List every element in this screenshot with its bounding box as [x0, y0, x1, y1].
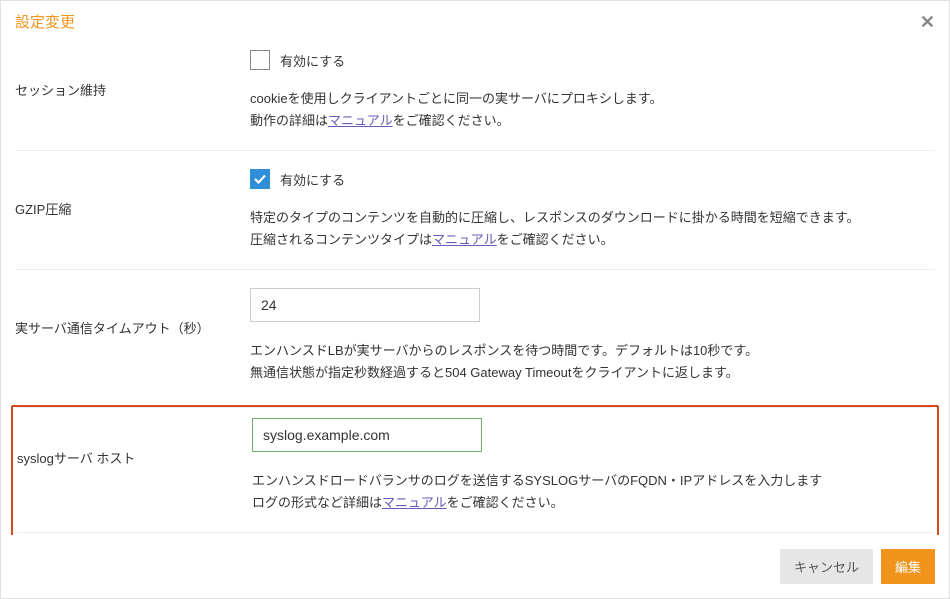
session-enable-checkbox[interactable]: [250, 50, 270, 70]
row-label: syslogサーバ ホスト: [17, 418, 252, 514]
checkbox-wrapper: 有効にする: [250, 169, 935, 189]
highlight-region: syslogサーバ ホスト エンハンスドロードバランサのログを送信するSYSLO…: [11, 405, 939, 535]
dialog-footer: キャンセル 編集: [1, 535, 949, 598]
description: 特定のタイプのコンテンツを自動的に圧縮し、レスポンスのダウンロードに掛かる時間を…: [250, 207, 935, 251]
description: cookieを使用しクライアントごとに同一の実サーバにプロキシします。 動作の詳…: [250, 88, 935, 132]
manual-link[interactable]: マニュアル: [432, 232, 497, 247]
row-label: GZIP圧縮: [15, 169, 250, 251]
row-session-persistence: セッション維持 有効にする cookieを使用しクライアントごとに同一の実サーバ…: [15, 40, 935, 150]
checkbox-label: 有効にする: [280, 51, 345, 70]
row-label: 実サーバ通信タイムアウト（秒）: [15, 288, 250, 384]
description: エンハンスドLBが実サーバからのレスポンスを待つ時間です。デフォルトは10秒です…: [250, 340, 935, 384]
syslog-host-input[interactable]: [252, 418, 482, 452]
settings-dialog: 設定変更 ✕ セッション維持 有効にする cookieを使用しクライアントごとに…: [0, 0, 950, 599]
checkbox-label: 有効にする: [280, 170, 345, 189]
row-syslog-host: syslogサーバ ホスト エンハンスドロードバランサのログを送信するSYSLO…: [17, 407, 933, 532]
timeout-input[interactable]: [250, 288, 480, 322]
row-content: 有効にする cookieを使用しクライアントごとに同一の実サーバにプロキシします…: [250, 50, 935, 132]
manual-link[interactable]: マニュアル: [328, 113, 393, 128]
dialog-header: 設定変更 ✕: [1, 1, 949, 40]
close-icon[interactable]: ✕: [920, 13, 935, 31]
manual-link[interactable]: マニュアル: [382, 495, 447, 510]
submit-button[interactable]: 編集: [881, 549, 935, 584]
row-gzip-compression: GZIP圧縮 有効にする 特定のタイプのコンテンツを自動的に圧縮し、レスポンスの…: [15, 150, 935, 269]
checkbox-wrapper: 有効にする: [250, 50, 935, 70]
row-content: エンハンスドロードバランサのログを送信するSYSLOGサーバのFQDN・IPアド…: [252, 418, 933, 514]
description: エンハンスドロードバランサのログを送信するSYSLOGサーバのFQDN・IPアド…: [252, 470, 933, 514]
dialog-title: 設定変更: [15, 11, 75, 32]
gzip-enable-checkbox[interactable]: [250, 169, 270, 189]
row-server-timeout: 実サーバ通信タイムアウト（秒） エンハンスドLBが実サーバからのレスポンスを待つ…: [15, 269, 935, 402]
row-content: エンハンスドLBが実サーバからのレスポンスを待つ時間です。デフォルトは10秒です…: [250, 288, 935, 384]
row-content: 有効にする 特定のタイプのコンテンツを自動的に圧縮し、レスポンスのダウンロードに…: [250, 169, 935, 251]
cancel-button[interactable]: キャンセル: [780, 549, 873, 584]
dialog-body: セッション維持 有効にする cookieを使用しクライアントごとに同一の実サーバ…: [1, 40, 949, 535]
row-label: セッション維持: [15, 50, 250, 132]
